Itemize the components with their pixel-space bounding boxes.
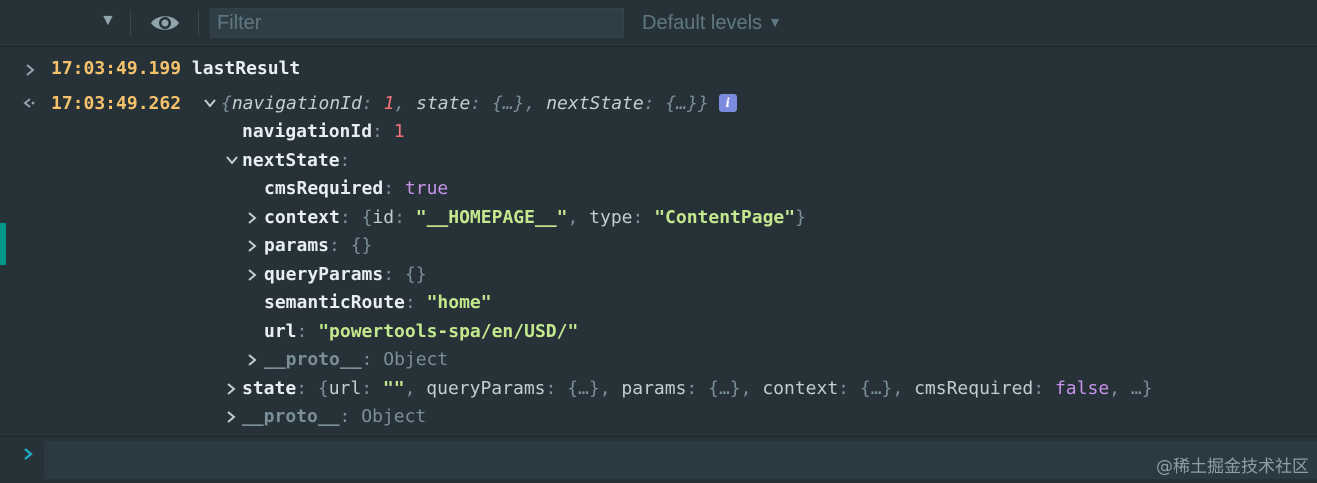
log-message: lastResult bbox=[191, 58, 301, 79]
tree-row-url[interactable]: url: "powertools-spa/en/USD/" bbox=[264, 319, 578, 345]
filter-input[interactable] bbox=[210, 8, 624, 38]
preview-key: state bbox=[416, 93, 471, 114]
preview-key: params bbox=[621, 378, 687, 399]
tree-row-proto[interactable]: __proto__: Object bbox=[242, 404, 426, 430]
preview-ellipsis: … bbox=[1130, 378, 1142, 399]
preview-key: nextState bbox=[546, 93, 644, 114]
preview-value: {…} bbox=[859, 378, 893, 399]
property-value: {} bbox=[404, 264, 427, 285]
preview-key: url bbox=[328, 378, 362, 399]
preview-key: cmsRequired bbox=[914, 378, 1034, 399]
brace: { bbox=[221, 93, 232, 114]
triangle-down-icon[interactable] bbox=[225, 155, 239, 169]
preview-value: {…} bbox=[491, 93, 525, 114]
eye-icon[interactable] bbox=[149, 12, 181, 34]
preview-value: "" bbox=[382, 378, 405, 399]
log-levels-label: Default levels bbox=[642, 12, 763, 34]
tree-row-semanticRoute[interactable]: semanticRoute: "home" bbox=[264, 290, 492, 316]
preview-value: "ContentPage" bbox=[654, 207, 796, 228]
property-key: __proto__ bbox=[242, 406, 340, 427]
preview-key: navigationId bbox=[231, 93, 362, 114]
property-key: cmsRequired bbox=[264, 178, 384, 199]
property-value: Object bbox=[383, 349, 449, 370]
triangle-right-icon[interactable] bbox=[247, 268, 261, 282]
preview-value: {…} bbox=[665, 93, 698, 114]
log-entry[interactable]: 17:03:49.199 lastResult bbox=[51, 56, 300, 82]
property-key: __proto__ bbox=[264, 349, 362, 370]
return-arrow-icon bbox=[22, 96, 36, 110]
context-dropdown-arrow-icon[interactable]: ▼ bbox=[100, 12, 116, 30]
property-value: {} bbox=[350, 235, 373, 256]
log-levels-dropdown[interactable]: Default levels ▼ bbox=[642, 12, 782, 35]
watermark: @稀土掘金技术社区 bbox=[1156, 457, 1309, 477]
toolbar-divider bbox=[198, 10, 199, 36]
tree-row-context[interactable]: context: {id: "__HOMEPAGE__", type: "Con… bbox=[264, 205, 806, 231]
object-preview[interactable]: {navigationId: 1, state: {…}, nextState:… bbox=[221, 91, 737, 117]
tree-row-proto[interactable]: __proto__: Object bbox=[264, 347, 448, 373]
tree-row-nextState[interactable]: nextState: bbox=[242, 148, 350, 174]
triangle-down-icon[interactable] bbox=[203, 98, 217, 112]
tree-row-navigationId[interactable]: navigationId: 1 bbox=[242, 119, 405, 145]
preview-value: {…} bbox=[567, 378, 600, 399]
tree-row-params[interactable]: params: {} bbox=[264, 233, 372, 259]
preview-key: context bbox=[762, 378, 839, 399]
preview-value: 1 bbox=[383, 93, 395, 114]
triangle-right-icon[interactable] bbox=[226, 382, 240, 396]
property-key: semanticRoute bbox=[264, 292, 405, 313]
property-key: context bbox=[264, 207, 340, 228]
triangle-right-icon[interactable] bbox=[226, 410, 240, 424]
preview-key: id bbox=[372, 207, 395, 228]
triangle-right-icon[interactable] bbox=[247, 353, 261, 367]
property-value: "powertools-spa/en/USD/" bbox=[318, 321, 579, 342]
property-key: url bbox=[264, 321, 297, 342]
property-key: state bbox=[242, 378, 297, 399]
tree-row-queryParams[interactable]: queryParams: {} bbox=[264, 262, 427, 288]
preview-key: type bbox=[589, 207, 633, 228]
result-entry[interactable]: 17:03:49.262 bbox=[51, 91, 181, 117]
brace: } bbox=[697, 93, 709, 114]
property-value: true bbox=[404, 178, 449, 199]
property-value: Object bbox=[361, 406, 427, 427]
info-icon[interactable]: i bbox=[718, 94, 737, 112]
timestamp: 17:03:49.199 bbox=[51, 58, 182, 79]
console-input[interactable] bbox=[44, 441, 1317, 479]
property-key: params bbox=[264, 235, 330, 256]
chevron-down-icon: ▼ bbox=[768, 14, 782, 30]
tree-row-state[interactable]: state: {url: "", queryParams: {…}, param… bbox=[242, 376, 1153, 402]
triangle-right-icon[interactable] bbox=[247, 239, 261, 253]
console-toolbar: ▼ Default levels ▼ bbox=[0, 0, 1317, 47]
property-key: nextState bbox=[242, 150, 340, 171]
preview-value: {…} bbox=[708, 378, 741, 399]
preview-value: "__HOMEPAGE__" bbox=[415, 207, 568, 228]
property-value: 1 bbox=[393, 121, 405, 142]
property-key: queryParams bbox=[264, 264, 384, 285]
preview-key: queryParams bbox=[426, 378, 546, 399]
property-value: "home" bbox=[426, 292, 492, 313]
console-output: 17:03:49.199 lastResult 17:03:49.262 {na… bbox=[0, 46, 1317, 436]
prompt-chevron-icon bbox=[22, 445, 34, 468]
console-prompt bbox=[0, 436, 1317, 483]
triangle-right-icon[interactable] bbox=[247, 211, 261, 225]
tree-row-cmsRequired[interactable]: cmsRequired: true bbox=[264, 176, 448, 202]
preview-value: false bbox=[1054, 378, 1110, 399]
timestamp: 17:03:49.262 bbox=[51, 93, 182, 114]
toolbar-divider bbox=[130, 10, 131, 36]
property-key: navigationId bbox=[242, 121, 373, 142]
chevron-right-icon bbox=[24, 63, 38, 77]
